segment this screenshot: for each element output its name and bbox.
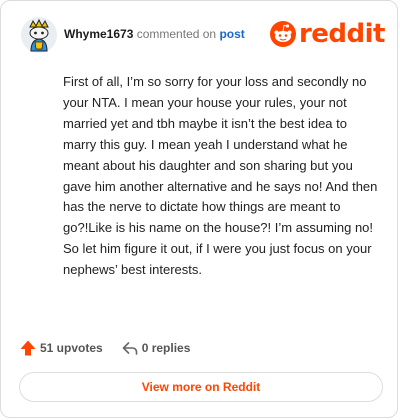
avatar-icon[interactable] <box>20 16 58 54</box>
comment-body: First of all, I’m so sorry for your loss… <box>63 74 378 278</box>
reply-arrow-icon[interactable] <box>121 339 139 357</box>
reply-stat[interactable]: 0 replies <box>121 339 191 357</box>
username-link[interactable]: Whyme1673 <box>64 27 133 41</box>
post-link[interactable]: post <box>219 27 244 41</box>
reddit-wordmark: reddit <box>298 19 386 49</box>
comment-embed-card: Whyme1673 commented on post reddit First… <box>0 0 398 418</box>
commented-on-text: commented on <box>136 27 217 41</box>
upvote-arrow-icon[interactable] <box>19 339 37 357</box>
upvote-stat[interactable]: 51 upvotes <box>19 339 103 357</box>
reddit-brand[interactable]: reddit <box>269 19 386 49</box>
upvotes-count: 51 upvotes <box>40 341 103 355</box>
replies-count: 0 replies <box>141 341 191 355</box>
comment-meta: Whyme1673 commented on post <box>64 27 245 41</box>
view-more-button[interactable]: View more on Reddit <box>19 372 383 402</box>
comment-footer: 51 upvotes 0 replies <box>19 338 190 358</box>
reddit-snoo-icon <box>269 21 296 47</box>
comment-header: Whyme1673 commented on post reddit <box>18 14 386 54</box>
